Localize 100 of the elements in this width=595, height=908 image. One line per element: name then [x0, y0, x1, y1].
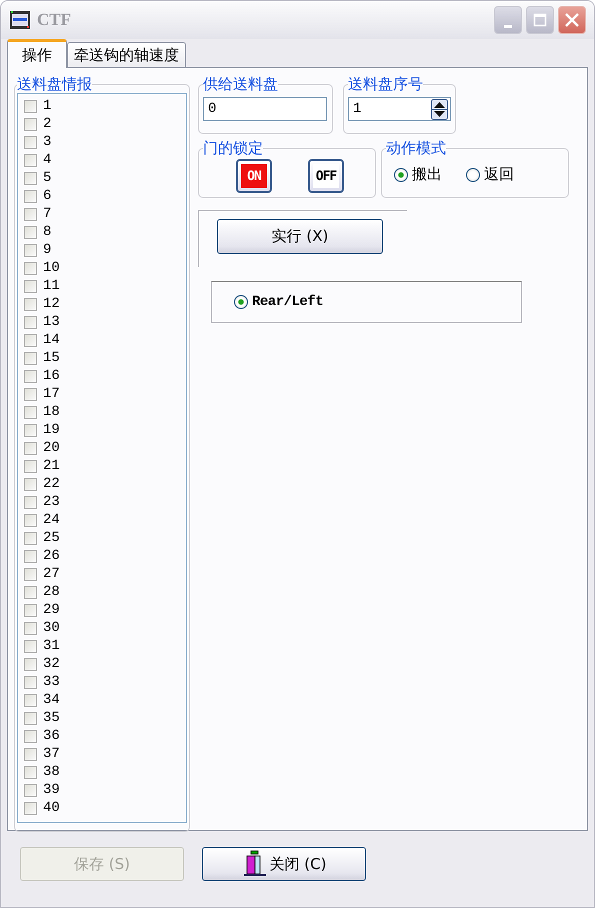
checkbox[interactable] — [24, 208, 37, 220]
checkbox-label: 12 — [43, 296, 60, 312]
checkbox[interactable] — [24, 406, 37, 418]
app-icon — [9, 10, 31, 30]
checkbox-label: 25 — [43, 530, 60, 546]
radio-label: 搬出 — [412, 165, 442, 184]
checkbox-label: 40 — [43, 800, 60, 816]
door-icon — [242, 850, 268, 878]
checkbox[interactable] — [24, 568, 37, 580]
checkbox-label: 14 — [43, 332, 60, 348]
checkbox-label: 11 — [43, 278, 60, 294]
checkbox-label: 7 — [43, 206, 52, 222]
checkbox[interactable] — [24, 262, 37, 274]
checkbox-label: 28 — [43, 584, 60, 600]
checkbox[interactable] — [24, 550, 37, 562]
checkbox[interactable] — [24, 190, 37, 202]
window-title: CTF — [37, 10, 71, 30]
checkbox[interactable] — [24, 604, 37, 616]
checkbox-label: 36 — [43, 728, 60, 744]
input-field[interactable]: 0 — [203, 97, 327, 121]
checkbox[interactable] — [24, 298, 37, 310]
checkbox[interactable] — [24, 676, 37, 688]
checkbox-label: 29 — [43, 602, 60, 618]
checkbox-label: 31 — [43, 638, 60, 654]
checkbox-label: 4 — [43, 152, 52, 168]
checkbox-label: 35 — [43, 710, 60, 726]
close-dialog-button[interactable]: 关闭 (C) — [202, 847, 366, 881]
checkbox[interactable] — [24, 586, 37, 598]
checkbox[interactable] — [24, 496, 37, 508]
checkbox-label: 16 — [43, 368, 60, 384]
maximize-icon — [533, 13, 547, 27]
checkbox-label: 26 — [43, 548, 60, 564]
group-title: 门的锁定 — [203, 140, 263, 157]
checkbox[interactable] — [24, 802, 37, 814]
checkbox-label: 3 — [43, 134, 52, 150]
checkbox-label: 17 — [43, 386, 60, 402]
checkbox-label: 39 — [43, 782, 60, 798]
checkbox[interactable] — [24, 532, 37, 544]
maximize-button[interactable] — [526, 6, 554, 34]
checkbox[interactable] — [24, 640, 37, 652]
checkbox-label: 18 — [43, 404, 60, 420]
checkbox[interactable] — [24, 730, 37, 742]
execute-button[interactable]: 实行 (X) — [217, 219, 383, 254]
checkbox[interactable] — [24, 100, 37, 112]
checkbox[interactable] — [24, 694, 37, 706]
toggle-button[interactable]: ON — [236, 159, 272, 193]
checkbox[interactable] — [24, 766, 37, 778]
group-title: 送料盘情报 — [17, 76, 92, 93]
checkbox[interactable] — [24, 172, 37, 184]
group-title: 送料盘序号 — [348, 76, 423, 93]
checkbox-label: 34 — [43, 692, 60, 708]
checkbox[interactable] — [24, 442, 37, 454]
checkbox[interactable] — [24, 352, 37, 364]
checkbox[interactable] — [24, 334, 37, 346]
checkbox[interactable] — [24, 370, 37, 382]
radio-button[interactable] — [234, 295, 248, 309]
checkbox-label: 21 — [43, 458, 60, 474]
checkbox[interactable] — [24, 424, 37, 436]
checkbox-label: 20 — [43, 440, 60, 456]
checkbox-label: 32 — [43, 656, 60, 672]
checkbox[interactable] — [24, 280, 37, 292]
checkbox-label: 6 — [43, 188, 52, 204]
checkbox[interactable] — [24, 478, 37, 490]
radio-button[interactable] — [466, 168, 480, 182]
checkbox[interactable] — [24, 514, 37, 526]
minimize-button[interactable] — [494, 6, 522, 34]
checkbox[interactable] — [24, 460, 37, 472]
close-button[interactable] — [558, 6, 586, 34]
checkbox-label: 9 — [43, 242, 52, 258]
checkbox-label: 30 — [43, 620, 60, 636]
checkbox-label: 24 — [43, 512, 60, 528]
checkbox[interactable] — [24, 784, 37, 796]
tab[interactable]: 牵送钩的轴速度 — [67, 42, 186, 67]
checkbox[interactable] — [24, 118, 37, 130]
checkbox-label: 2 — [43, 116, 52, 132]
radio-label: 返回 — [484, 165, 514, 184]
checkbox-label: 23 — [43, 494, 60, 510]
checkbox[interactable] — [24, 136, 37, 148]
checkbox-label: 10 — [43, 260, 60, 276]
checkbox-label: 38 — [43, 764, 60, 780]
checkbox[interactable] — [24, 226, 37, 238]
checkbox[interactable] — [24, 388, 37, 400]
checkbox-label: 1 — [43, 98, 52, 114]
group-title: 动作模式 — [386, 140, 446, 157]
radio-button[interactable] — [394, 168, 408, 182]
checkbox[interactable] — [24, 244, 37, 256]
tab[interactable]: 操作 — [7, 39, 67, 68]
group-title: 供给送料盘 — [203, 76, 278, 93]
toggle-button[interactable]: OFF — [308, 159, 344, 193]
checkbox[interactable] — [24, 316, 37, 328]
minimize-icon — [504, 24, 512, 28]
checkbox[interactable] — [24, 748, 37, 760]
radio-label: Rear/Left — [252, 294, 324, 310]
checkbox[interactable] — [24, 658, 37, 670]
checkbox-label: 37 — [43, 746, 60, 762]
checkbox-label: 13 — [43, 314, 60, 330]
checkbox[interactable] — [24, 712, 37, 724]
checkbox[interactable] — [24, 622, 37, 634]
spinner-icon[interactable] — [431, 99, 448, 120]
checkbox[interactable] — [24, 154, 37, 166]
